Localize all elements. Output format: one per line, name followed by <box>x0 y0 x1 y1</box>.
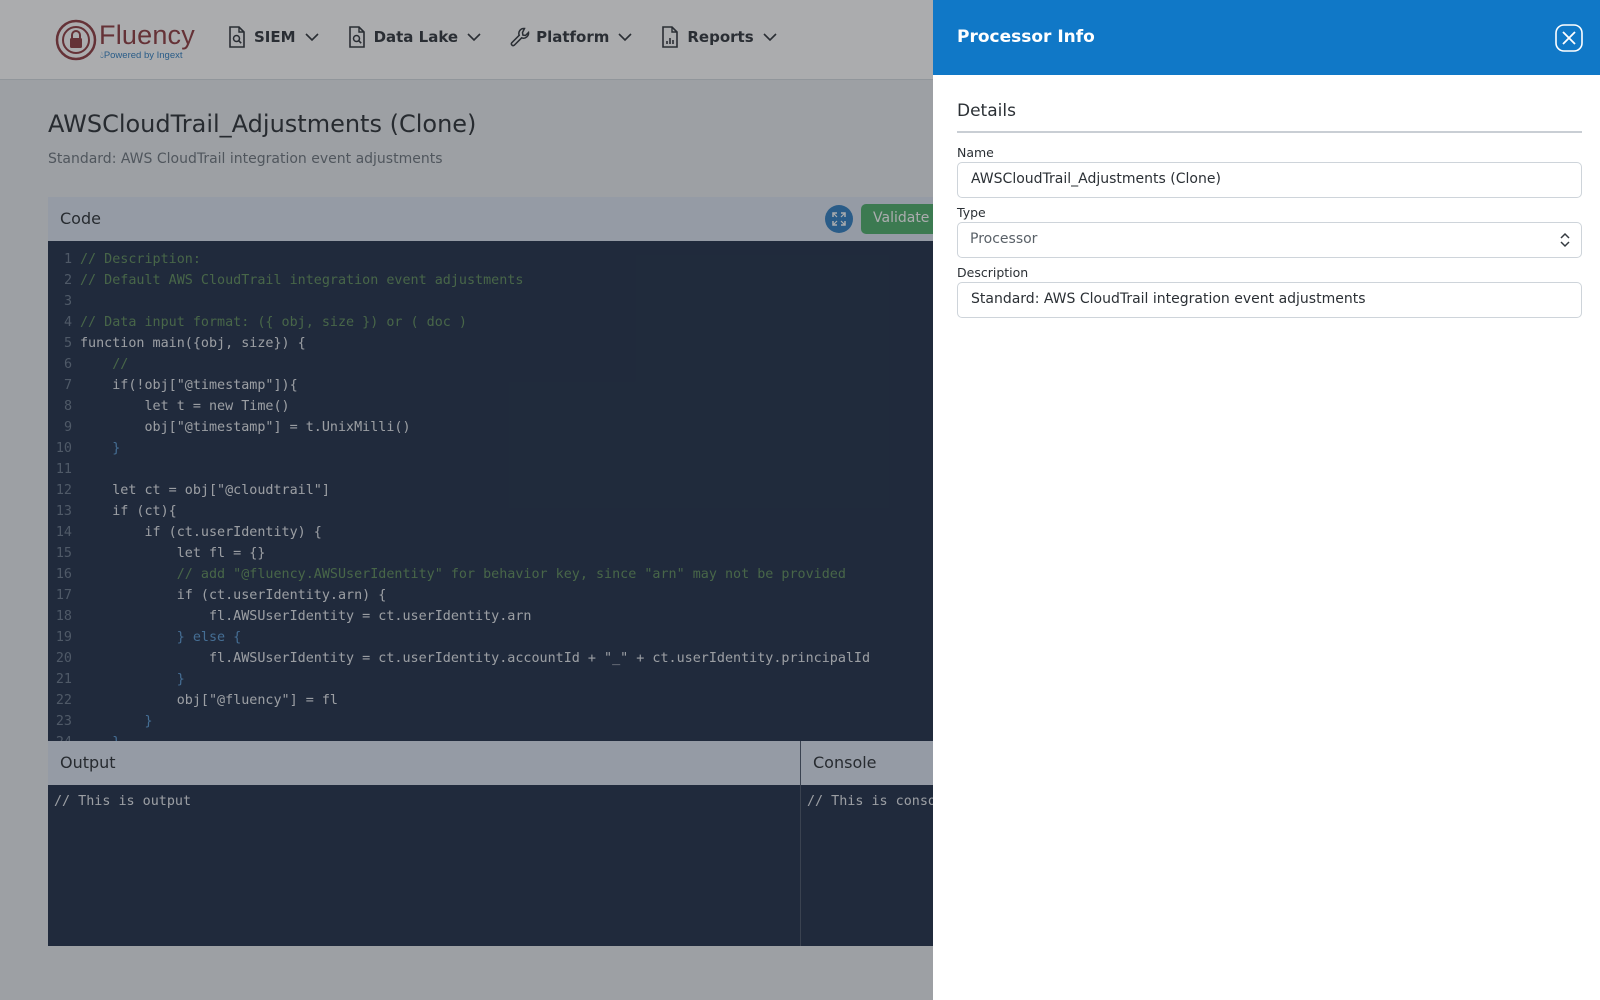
section-divider <box>957 131 1582 133</box>
type-label: Type <box>957 205 986 220</box>
drawer-title: Processor Info <box>957 27 1095 47</box>
close-button[interactable] <box>1555 24 1583 52</box>
close-icon <box>1555 24 1583 52</box>
type-select-value: Processor <box>970 231 1038 247</box>
description-input[interactable]: Standard: AWS CloudTrail integration eve… <box>957 282 1582 318</box>
name-label: Name <box>957 145 994 160</box>
details-section-title: Details <box>957 101 1016 121</box>
drawer-header: Processor Info <box>933 0 1600 75</box>
processor-info-drawer: Processor Info Details Name AWSCloudTrai… <box>933 0 1600 1000</box>
select-arrows-icon <box>1560 232 1570 248</box>
name-input[interactable]: AWSCloudTrail_Adjustments (Clone) <box>957 162 1582 198</box>
type-select[interactable]: Processor <box>957 222 1582 258</box>
description-label: Description <box>957 265 1029 280</box>
